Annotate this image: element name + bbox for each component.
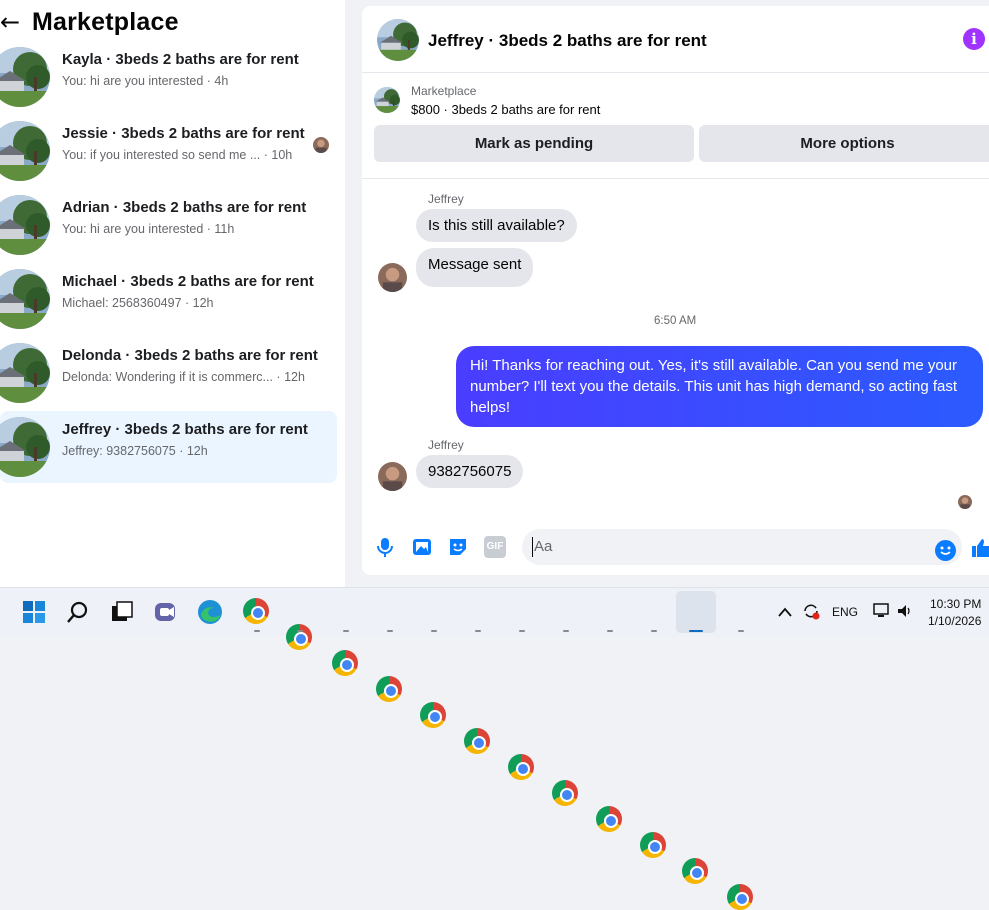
microphone-icon[interactable] xyxy=(374,536,396,558)
conversation-item-kayla[interactable]: Kayla · 3beds 2 baths are for rent You: … xyxy=(0,41,337,113)
info-icon[interactable]: i xyxy=(963,28,985,50)
more-options-button[interactable]: More options xyxy=(699,125,989,162)
conversation-title: Kayla · 3beds 2 baths are for rent xyxy=(62,51,299,68)
teams-icon[interactable] xyxy=(153,600,179,624)
emoji-icon[interactable] xyxy=(935,540,956,561)
edge-icon[interactable] xyxy=(197,599,223,625)
chrome-icon[interactable] xyxy=(286,624,312,650)
gif-icon[interactable]: GIF xyxy=(484,536,506,558)
chrome-icon[interactable] xyxy=(552,780,578,806)
chrome-icon[interactable] xyxy=(727,884,753,910)
listing-price[interactable]: $800 · 3beds 2 baths are for rent xyxy=(411,102,600,117)
chrome-icon[interactable] xyxy=(332,650,358,676)
chrome-icon[interactable] xyxy=(640,832,666,858)
clock-date[interactable]: 1/10/2026 xyxy=(928,614,981,628)
seen-avatar xyxy=(313,137,329,153)
sender-avatar[interactable] xyxy=(378,263,407,292)
listing-avatar xyxy=(0,343,50,403)
chat-avatar[interactable] xyxy=(377,19,419,61)
incoming-message[interactable]: Is this still available? xyxy=(416,209,577,242)
listing-avatar xyxy=(0,47,50,107)
message-timestamp: 6:50 AM xyxy=(654,315,697,327)
conversation-title: Adrian · 3beds 2 baths are for rent xyxy=(62,199,307,216)
conversation-title: Jeffrey · 3beds 2 baths are for rent xyxy=(62,421,308,438)
chrome-icon[interactable] xyxy=(508,754,534,780)
mark-as-pending-button[interactable]: Mark as pending xyxy=(374,125,694,162)
message-input-placeholder: Aa xyxy=(534,538,553,555)
conversation-title: Jessie · 3beds 2 baths are for rent xyxy=(62,125,305,142)
chat-header: Jeffrey · 3beds 2 baths are for rent i xyxy=(362,6,989,73)
chrome-icon[interactable] xyxy=(596,806,622,832)
sync-icon[interactable] xyxy=(801,601,821,621)
listing-thumbnail[interactable] xyxy=(374,87,400,113)
conversation-preview: Michael: 2568360497 · 12h xyxy=(62,296,214,310)
search-icon[interactable] xyxy=(66,600,90,624)
sender-name: Jeffrey xyxy=(428,192,464,206)
listing-avatar xyxy=(0,269,50,329)
text-caret xyxy=(532,537,533,557)
conversation-preview: You: hi are you interested · 4h xyxy=(62,74,229,88)
windows-start-icon[interactable] xyxy=(22,600,46,624)
network-icon[interactable] xyxy=(872,602,892,620)
photo-icon[interactable] xyxy=(411,536,433,558)
sender-name: Jeffrey xyxy=(428,438,464,452)
active-app-highlight xyxy=(676,591,716,633)
conversation-title: Delonda · 3beds 2 baths are for rent xyxy=(62,347,318,364)
chrome-icon[interactable] xyxy=(243,598,269,624)
conversation-item-michael[interactable]: Michael · 3beds 2 baths are for rent Mic… xyxy=(0,263,337,335)
chrome-icon[interactable] xyxy=(464,728,490,754)
left-header: ← Marketplace xyxy=(0,4,179,40)
task-view-icon[interactable] xyxy=(110,600,134,624)
conversation-item-adrian[interactable]: Adrian · 3beds 2 baths are for rent You:… xyxy=(0,189,337,261)
chrome-icon[interactable] xyxy=(376,676,402,702)
chrome-icon[interactable] xyxy=(682,858,708,884)
conversation-item-jessie[interactable]: Jessie · 3beds 2 baths are for rent You:… xyxy=(0,115,337,187)
like-icon[interactable] xyxy=(971,537,989,559)
chrome-icon[interactable] xyxy=(420,702,446,728)
outgoing-message[interactable]: Hi! Thanks for reaching out. Yes, it's s… xyxy=(456,346,983,427)
conversation-preview: You: hi are you interested · 11h xyxy=(62,222,235,236)
listing-avatar xyxy=(0,195,50,255)
listing-avatar xyxy=(0,121,50,181)
incoming-message[interactable]: 9382756075 xyxy=(416,455,524,488)
conversation-title: Michael · 3beds 2 baths are for rent xyxy=(62,273,314,290)
volume-icon[interactable] xyxy=(896,602,914,620)
read-receipt-avatar xyxy=(958,495,972,509)
message-composer: GIF Aa xyxy=(362,521,989,575)
message-input[interactable]: Aa xyxy=(522,529,962,565)
sticker-icon[interactable] xyxy=(447,536,469,558)
windows-taskbar: ENG 10:30 PM 1/10/2026 xyxy=(0,587,989,910)
language-indicator[interactable]: ENG xyxy=(832,605,858,619)
incoming-message[interactable]: Message sent xyxy=(416,248,534,287)
conversation-item-delonda[interactable]: Delonda · 3beds 2 baths are for rent Del… xyxy=(0,337,337,409)
conversation-list-panel: ← Marketplace Kayla · 3beds 2 baths are … xyxy=(0,0,345,587)
page-title: Marketplace xyxy=(32,7,179,36)
conversation-item-jeffrey[interactable]: Jeffrey · 3beds 2 baths are for rent Jef… xyxy=(0,411,337,483)
conversation-preview: Delonda: Wondering if it is commerc... ·… xyxy=(62,370,305,384)
chevron-up-icon[interactable] xyxy=(777,605,793,619)
listing-avatar xyxy=(0,417,50,477)
back-arrow-icon[interactable]: ← xyxy=(0,8,26,36)
clock-time[interactable]: 10:30 PM xyxy=(930,597,981,611)
conversation-preview: You: if you interested so send me ... · … xyxy=(62,148,293,162)
sender-avatar[interactable] xyxy=(378,462,407,491)
chat-title[interactable]: Jeffrey · 3beds 2 baths are for rent xyxy=(428,31,707,51)
listing-banner: Marketplace $800 · 3beds 2 baths are for… xyxy=(362,73,989,179)
conversation-preview: Jeffrey: 9382756075 · 12h xyxy=(62,444,208,458)
chat-panel: Jeffrey · 3beds 2 baths are for rent i M… xyxy=(362,6,989,575)
listing-source: Marketplace xyxy=(411,84,477,98)
